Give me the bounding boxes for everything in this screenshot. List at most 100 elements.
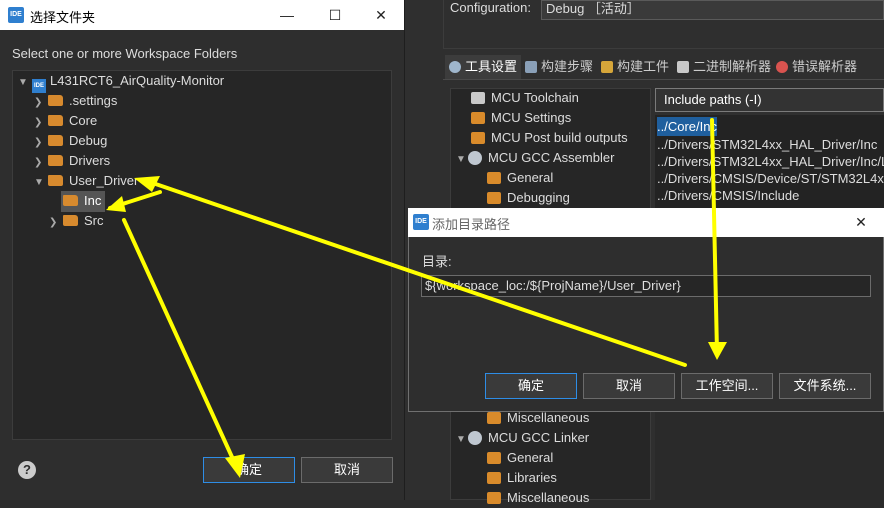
- settings-icon: [471, 132, 485, 144]
- folder-icon: [48, 115, 63, 126]
- gear-icon: [449, 61, 461, 73]
- tree-item-drivers[interactable]: ❯ Drivers: [34, 151, 110, 171]
- include-paths-select[interactable]: Include paths (-I): [655, 88, 884, 112]
- configuration-label: Configuration:: [450, 0, 531, 15]
- tree-item-assembler-general[interactable]: General: [487, 168, 553, 188]
- tab-tool-settings[interactable]: 工具设置: [445, 55, 522, 79]
- tab-build-artifacts[interactable]: 构建工件: [597, 55, 673, 79]
- settings-icon: [487, 452, 501, 464]
- tree-item-user-driver[interactable]: ▼ User_Driver: [34, 171, 138, 191]
- minimize-icon[interactable]: —: [264, 0, 310, 30]
- settings-icon: [487, 472, 501, 484]
- tree-item-src[interactable]: ❯ Src: [49, 211, 104, 231]
- build-steps-icon: [525, 61, 537, 73]
- chevron-right-icon[interactable]: ❯: [34, 133, 48, 153]
- tree-item-label: Src: [84, 213, 104, 228]
- cancel-button[interactable]: 取消: [583, 373, 675, 399]
- settings-icon: [487, 492, 501, 504]
- tree-item-label: Drivers: [69, 153, 111, 168]
- folder-icon: [48, 95, 63, 106]
- tree-item-settings[interactable]: ❯ .settings: [34, 91, 117, 111]
- gear-icon: [468, 431, 482, 445]
- settings-icon: [487, 172, 501, 184]
- tree-item-label: Miscellaneous: [507, 490, 590, 505]
- settings-icon: [487, 412, 501, 424]
- tab-build-steps[interactable]: 构建步骤: [521, 55, 597, 79]
- tree-item-label: Core: [69, 113, 98, 128]
- tab-label: 错误解析器: [792, 59, 858, 74]
- toolchain-icon: [471, 92, 485, 104]
- settings-icon: [487, 192, 501, 204]
- trophy-icon: [601, 61, 613, 73]
- tree-item-linker-general[interactable]: General: [487, 448, 553, 468]
- chevron-down-icon[interactable]: ▼: [456, 150, 468, 170]
- directory-label: 目录:: [422, 254, 452, 269]
- tab-label: 构建步骤: [541, 59, 594, 74]
- tree-item-linker-misc[interactable]: Miscellaneous: [487, 488, 589, 508]
- close-icon[interactable]: ✕: [838, 208, 884, 237]
- tab-error-parsers[interactable]: 错误解析器: [772, 55, 861, 79]
- tree-item-assembler-debugging[interactable]: Debugging: [487, 188, 570, 208]
- tree-item-label: Debug: [69, 133, 108, 148]
- include-path-item[interactable]: ../Core/Inc: [657, 117, 717, 136]
- dialog-subtitle: Select one or more Workspace Folders: [12, 46, 238, 61]
- dialog-title: 选择文件夹: [30, 10, 96, 25]
- tree-item-project[interactable]: ▼ IDE L431RCT6_AirQuality-Monitor: [18, 71, 225, 93]
- tree-item-label: MCU Toolchain: [491, 90, 579, 105]
- tree-item-mcu-toolchain[interactable]: MCU Toolchain: [471, 88, 579, 108]
- close-icon[interactable]: ✕: [358, 0, 404, 30]
- folder-icon: [48, 135, 63, 146]
- tree-item-label: General: [507, 170, 554, 185]
- include-paths-list: ../Core/Inc ../Drivers/STM32L4xx_HAL_Dri…: [655, 115, 884, 209]
- tree-item-label: MCU Settings: [491, 110, 572, 125]
- ok-button[interactable]: 确定: [485, 373, 577, 399]
- tool-tabs: 工具设置 构建步骤 构建工件 二进制解析器 错误解析器: [443, 55, 884, 80]
- chevron-right-icon[interactable]: ❯: [34, 93, 48, 113]
- chevron-right-icon[interactable]: ❯: [34, 113, 48, 133]
- maximize-icon[interactable]: ☐: [312, 0, 358, 30]
- tree-item-linker-libraries[interactable]: Libraries: [487, 468, 557, 488]
- tree-item-mcu-settings[interactable]: MCU Settings: [471, 108, 571, 128]
- folder-open-icon: [48, 175, 63, 186]
- chevron-right-icon[interactable]: ❯: [49, 213, 63, 233]
- ide-app-icon: IDE: [413, 214, 429, 230]
- tree-item-gcc-assembler[interactable]: ▼ MCU GCC Assembler: [456, 148, 614, 168]
- folder-open-icon: [63, 195, 78, 206]
- help-icon[interactable]: ?: [18, 461, 36, 479]
- tree-item-label: Miscellaneous: [507, 410, 590, 425]
- directory-input[interactable]: ${workspace_loc:/${ProjName}/User_Driver…: [421, 275, 871, 297]
- chevron-down-icon[interactable]: ▼: [456, 430, 468, 450]
- tab-label: 工具设置: [465, 59, 518, 74]
- tree-item-debug[interactable]: ❯ Debug: [34, 131, 107, 151]
- configuration-select[interactable]: Debug ［活动］: [541, 0, 884, 20]
- tree-item-core[interactable]: ❯ Core: [34, 111, 97, 131]
- chevron-down-icon[interactable]: ▼: [34, 173, 48, 193]
- chevron-down-icon[interactable]: ▼: [18, 73, 32, 93]
- binary-icon: [677, 61, 689, 73]
- tree-item-label: MCU GCC Assembler: [488, 150, 615, 165]
- tree-item-label: MCU Post build outputs: [491, 130, 628, 145]
- folder-icon: [48, 155, 63, 166]
- chevron-right-icon[interactable]: ❯: [34, 153, 48, 173]
- folder-icon: [63, 215, 78, 226]
- include-path-item[interactable]: ../Drivers/CMSIS/Include: [657, 186, 799, 205]
- tree-item-gcc-linker[interactable]: ▼ MCU GCC Linker: [456, 428, 589, 448]
- tree-item-label: Libraries: [507, 470, 557, 485]
- tree-item-label: User_Driver: [69, 173, 139, 188]
- tree-item-label: Debugging: [507, 190, 570, 205]
- gear-icon: [468, 151, 482, 165]
- cancel-button[interactable]: 取消: [301, 457, 393, 483]
- tree-item-label: Inc: [84, 193, 102, 208]
- tree-item-label: .settings: [69, 93, 118, 108]
- dialog-title: 添加目录路径: [432, 217, 511, 232]
- tree-item-label: L431RCT6_AirQuality-Monitor: [50, 73, 225, 88]
- tree-item-inc[interactable]: Inc: [63, 191, 101, 211]
- tree-item-post-build[interactable]: MCU Post build outputs: [471, 128, 628, 148]
- ok-button[interactable]: 确定: [203, 457, 295, 483]
- settings-icon: [471, 112, 485, 124]
- filesystem-button[interactable]: 文件系统...: [779, 373, 871, 399]
- tree-item-label: MCU GCC Linker: [488, 430, 590, 445]
- tab-binary-parsers[interactable]: 二进制解析器: [673, 55, 775, 79]
- workspace-button[interactable]: 工作空间...: [681, 373, 773, 399]
- ide-app-icon: IDE: [8, 7, 24, 23]
